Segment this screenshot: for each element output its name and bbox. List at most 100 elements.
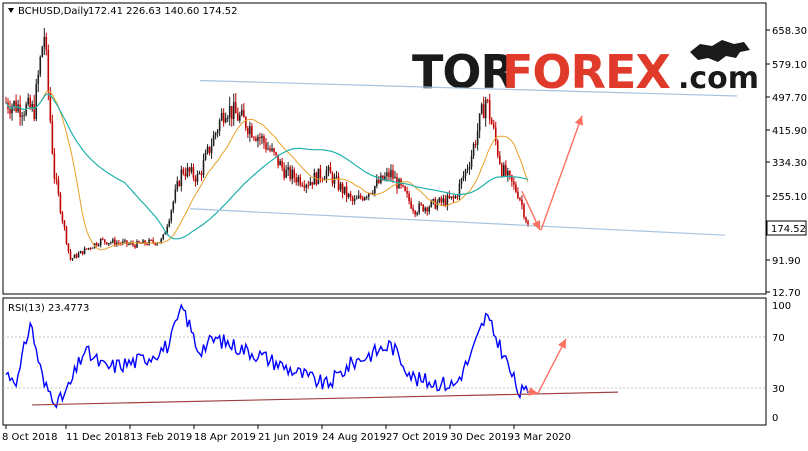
candle-body [390,170,392,178]
candle-body [305,185,308,188]
candle-body [214,133,217,136]
candle-body [353,199,356,202]
candle-body [470,155,473,167]
x-tick-label: 11 Dec 2018 [66,432,130,443]
candle-body [107,243,110,245]
candle-body [196,173,199,182]
candle-body [420,203,422,205]
candle-body [13,101,15,107]
candle-body [134,245,136,248]
candle-body [408,193,410,202]
candle-body [267,148,269,150]
candle-body [289,167,291,180]
candle-body [484,99,487,119]
candle-body [85,248,88,250]
last-price-label: 174.52 [771,224,806,235]
candle-body [273,148,275,153]
candle-body [297,176,300,183]
candle-body [148,239,150,245]
candle-body [17,104,19,112]
candle-body [220,112,223,121]
y-tick-label: 497.70 [772,93,807,104]
candle-body [249,126,251,135]
candle-body [311,181,314,185]
candle-body [285,169,287,178]
candle-body [500,163,503,177]
candle-body [228,106,231,118]
candle-body [166,226,169,233]
candle-body [480,104,483,114]
candle-body [67,243,70,252]
candle-body [160,239,162,243]
candle-body [335,176,338,178]
candle-body [410,201,412,209]
candle-body [95,243,98,246]
candle-body [182,169,185,174]
logo-part-forex: FOREX [502,45,670,99]
candle-body [29,97,31,109]
candle-body [361,197,364,201]
candle-body [230,106,233,120]
candle-body [452,196,455,199]
candle-body [232,102,235,120]
candle-body [180,169,183,187]
candle-body [194,177,197,182]
candle-body [450,196,453,199]
x-tick-label: 13 Feb 2019 [130,432,192,443]
candle-body [200,173,203,176]
candle-body [236,113,239,121]
candle-body [339,183,342,190]
candle-body [525,217,527,222]
ohlc-values: 172.41 226.63 140.60 174.52 [88,6,238,17]
candle-body [468,166,471,169]
candle-body [488,100,491,120]
candle-body [307,185,310,187]
candle-body [438,197,441,203]
candle-body [245,117,247,129]
candle-body [247,128,249,135]
candle-body [365,196,368,198]
candle-body [357,195,360,199]
candle-body [376,179,378,187]
candle-body [295,177,298,183]
candle-body [33,103,36,119]
candle-body [329,166,332,174]
candle-body [170,210,173,221]
candle-body [521,199,523,205]
candle-body [202,160,205,176]
rsi-tick-label: 100 [772,301,791,312]
candle-body [464,169,467,177]
x-tick-label: 8 Oct 2018 [2,432,57,443]
candle-body [65,227,68,244]
candle-body [77,253,80,258]
candle-body [192,167,195,178]
candle-body [178,181,181,187]
candle-body [222,112,225,123]
candle-body [444,198,447,206]
candle-body [436,202,439,209]
candle-body [146,243,148,245]
rsi-tick-label: 0 [772,413,778,424]
candle-body [406,191,408,194]
candle-body [184,173,187,177]
candle-body [351,196,354,202]
candle-body [259,136,261,139]
candle-body [257,136,259,141]
candle-body [472,144,475,156]
candle-body [432,198,435,201]
candle-body [313,172,316,185]
candle-body [112,239,114,243]
candle-body [325,170,328,179]
candle-body [212,135,215,146]
candle-body [15,101,17,112]
candle-body [509,170,511,176]
x-tick-label: 21 Jun 2019 [258,432,318,443]
candle-body [476,131,479,145]
candle-body [386,172,388,177]
candle-body [263,136,265,143]
candle-body [234,102,237,114]
candle-body [345,186,348,198]
candle-body [503,165,505,177]
candle-body [474,144,477,146]
candle-body [442,198,445,203]
